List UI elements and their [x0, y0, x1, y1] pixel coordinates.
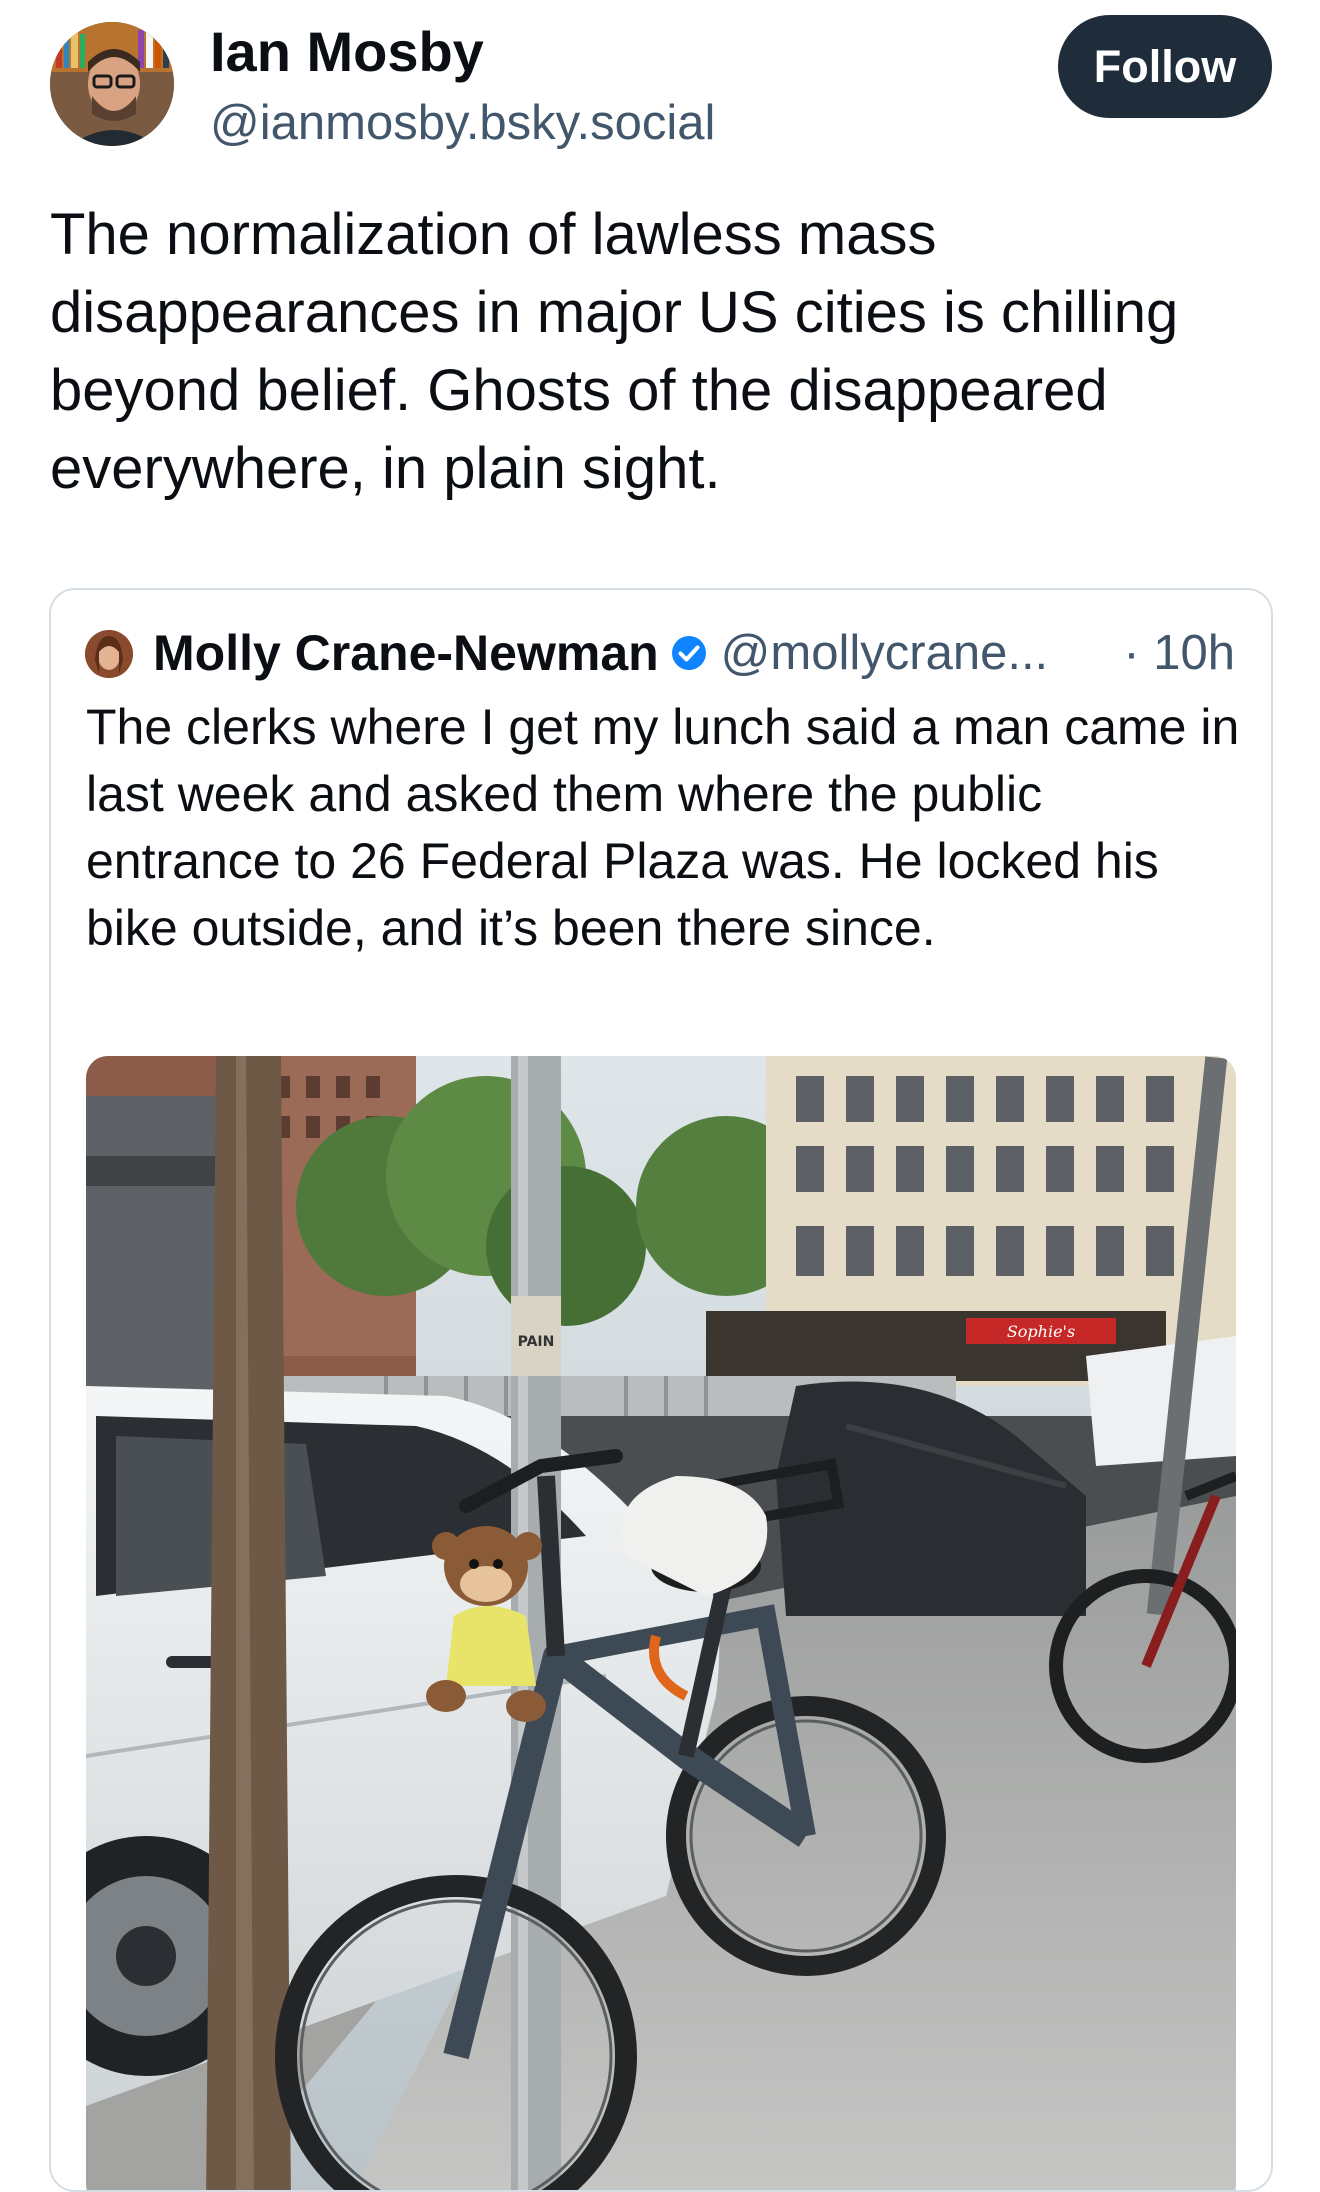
quoted-post-card[interactable]: Molly Crane-Newman @mollycrane... · 10h … [49, 588, 1273, 2192]
quote-photo[interactable]: Sophie's PAIN [86, 1056, 1236, 2190]
quote-author-avatar[interactable] [85, 630, 133, 678]
verified-badge-icon [671, 636, 706, 670]
quote-author-name[interactable]: Molly Crane-Newman [153, 624, 659, 682]
quote-header: Molly Crane-Newman @mollycrane... [153, 620, 1048, 686]
store-sign: Sophie's [1007, 1322, 1075, 1341]
author-name[interactable]: Ian Mosby [210, 20, 484, 84]
quote-author-handle[interactable]: @mollycrane... [721, 625, 1049, 681]
quote-text: The clerks where I get my lunch said a m… [86, 699, 1240, 956]
author-handle[interactable]: @ianmosby.bsky.social [210, 94, 715, 152]
follow-button[interactable]: Follow [1058, 15, 1272, 118]
pole-sign: PAIN [518, 1334, 555, 1350]
post-text: The normalization of lawless mass disapp… [50, 202, 1179, 501]
quote-timestamp[interactable]: · 10h [1123, 620, 1235, 686]
author-avatar[interactable] [50, 22, 174, 146]
